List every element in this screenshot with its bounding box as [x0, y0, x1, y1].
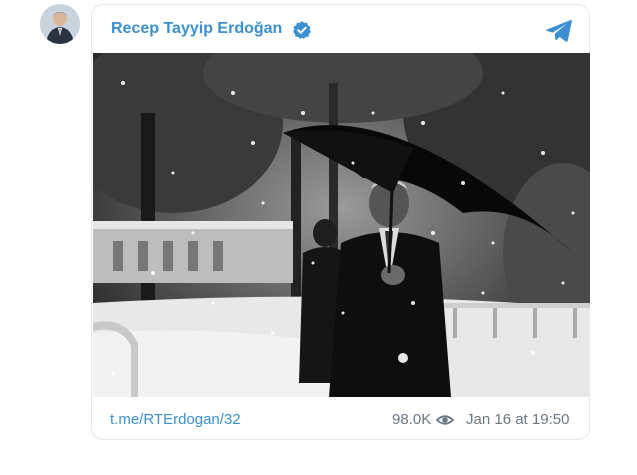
post-card: Recep Tayyip Erdoğan t.me/RTErdogan/32 9… — [91, 4, 590, 440]
eye-icon — [436, 415, 454, 425]
post-photo[interactable] — [93, 53, 590, 397]
post-date-link[interactable]: Jan 16 at 19:50 — [466, 411, 569, 428]
channel-avatar[interactable] — [40, 4, 80, 44]
avatar-portrait — [40, 4, 80, 44]
post-link[interactable]: t.me/RTErdogan/32 — [110, 411, 241, 428]
channel-name-link[interactable]: Recep Tayyip Erdoğan — [111, 20, 282, 38]
verified-badge-icon — [293, 21, 311, 39]
snowy-park-photo — [93, 53, 590, 397]
telegram-logo-icon[interactable] — [545, 18, 573, 44]
view-count: 98.0K — [392, 411, 432, 428]
